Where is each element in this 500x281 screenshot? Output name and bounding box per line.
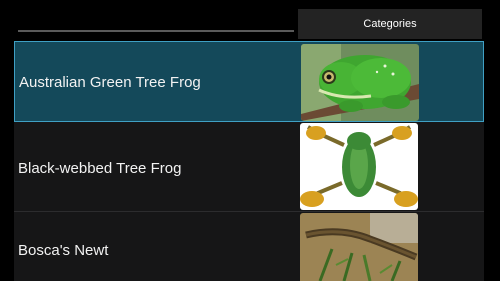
top-bar: Categories	[0, 0, 500, 40]
list-item-label: Australian Green Tree Frog	[19, 74, 201, 91]
green-tree-frog-photo	[301, 44, 419, 121]
list-item-label: Black-webbed Tree Frog	[18, 160, 182, 177]
boscas-newt-photo	[300, 213, 418, 281]
categories-button[interactable]: Categories	[298, 9, 482, 39]
list-item-black-webbed-tree-frog[interactable]: Black-webbed Tree Frog	[14, 122, 484, 212]
list-item-label: Bosca's Newt	[18, 242, 109, 259]
black-webbed-tree-frog-photo	[300, 123, 418, 210]
list-item-boscas-newt[interactable]: Bosca's Newt	[14, 212, 484, 281]
list-item-australian-green-tree-frog[interactable]: Australian Green Tree Frog	[14, 41, 484, 122]
search-input[interactable]	[18, 6, 294, 32]
animal-list: Australian Green Tree Frog Black-webbed …	[0, 40, 500, 281]
